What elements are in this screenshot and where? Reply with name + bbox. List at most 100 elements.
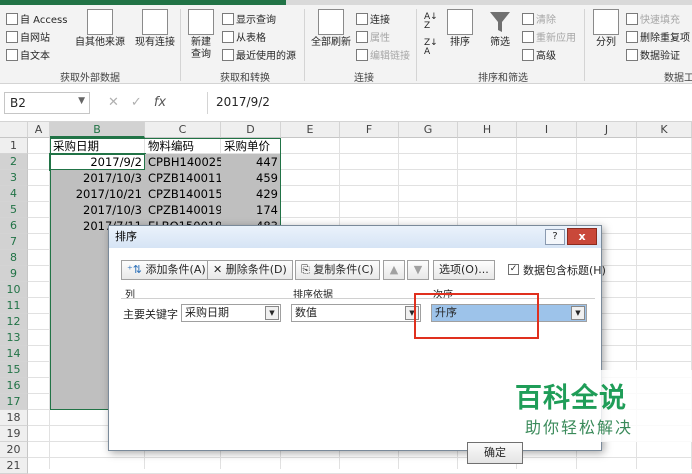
chevron-down-icon[interactable]: ▼ xyxy=(571,306,585,320)
has-headers-checkbox[interactable]: ✓ xyxy=(508,264,519,275)
refresh-icon xyxy=(318,9,344,35)
column-header-a[interactable]: A xyxy=(28,122,50,138)
sort-on-select[interactable]: 数值 ▼ xyxy=(291,304,421,322)
clear-button[interactable]: 清除 xyxy=(522,11,556,26)
column-header-e[interactable]: E xyxy=(281,122,340,138)
queries-icon xyxy=(222,13,234,25)
access-icon xyxy=(6,13,18,25)
sort-button[interactable]: 排序 xyxy=(444,9,476,49)
reapply-button[interactable]: 重新应用 xyxy=(522,29,576,44)
from-web-button[interactable]: 自网站 xyxy=(6,29,50,44)
function-icon[interactable]: fx xyxy=(154,95,166,110)
refresh-all-button[interactable]: 全部刷新 xyxy=(308,9,354,49)
connections-button[interactable]: 连接 xyxy=(356,11,390,26)
delete-level-button[interactable]: ✕ 删除条件(D) xyxy=(207,260,293,280)
row-header-8[interactable]: 8 xyxy=(0,250,28,266)
recent-sources-icon xyxy=(222,49,234,61)
sort-column-select[interactable]: 采购日期 ▼ xyxy=(181,304,281,322)
row-header-19[interactable]: 19 xyxy=(0,426,28,442)
clear-filter-icon xyxy=(522,13,534,25)
highlight-annotation xyxy=(414,293,539,339)
row-header-7[interactable]: 7 xyxy=(0,234,28,250)
properties-icon xyxy=(356,31,368,43)
group-sort-filter: 排序和筛选 xyxy=(478,73,528,84)
row-header-20[interactable]: 20 xyxy=(0,442,28,458)
ribbon: 自 Access 自网站 自文本 自其他来源 现有连接 获取外部数据 新建 查询… xyxy=(0,5,692,84)
from-access-button[interactable]: 自 Access xyxy=(6,11,67,26)
flash-fill-button[interactable]: 快速填充 xyxy=(626,11,680,26)
row-header-21[interactable]: 21 xyxy=(0,458,28,474)
group-connections: 连接 xyxy=(354,73,374,84)
copy-level-button[interactable]: ⎘ 复制条件(C) xyxy=(295,260,380,280)
other-sources-button[interactable]: 自其他来源 xyxy=(72,9,128,49)
row-header-4[interactable]: 4 xyxy=(0,186,28,202)
recent-sources-button[interactable]: 最近使用的源 xyxy=(222,47,296,62)
properties-button[interactable]: 属性 xyxy=(356,29,390,44)
row-header-2[interactable]: 2 xyxy=(0,154,28,170)
from-table-button[interactable]: 从表格 xyxy=(222,29,266,44)
column-header-b[interactable]: B xyxy=(50,122,145,138)
row-header-10[interactable]: 10 xyxy=(0,282,28,298)
chevron-down-icon[interactable]: ▼ xyxy=(265,306,279,320)
name-box[interactable]: B2 ▼ xyxy=(4,92,90,114)
row-header-5[interactable]: 5 xyxy=(0,202,28,218)
move-up-button[interactable]: ▲ xyxy=(383,260,405,280)
row-header-6[interactable]: 6 xyxy=(0,218,28,234)
row-header-18[interactable]: 18 xyxy=(0,410,28,426)
row-header-17[interactable]: 17 xyxy=(0,394,28,410)
reapply-icon xyxy=(522,31,534,43)
existing-connections-button[interactable]: 现有连接 xyxy=(132,9,178,49)
chevron-down-icon[interactable]: ▼ xyxy=(78,96,85,106)
row-header-13[interactable]: 13 xyxy=(0,330,28,346)
formula-input[interactable]: 2017/9/2 xyxy=(207,92,692,114)
web-icon xyxy=(6,31,18,43)
column-header-d[interactable]: D xyxy=(221,122,281,138)
row-header-11[interactable]: 11 xyxy=(0,298,28,314)
options-button[interactable]: 选项(O)... xyxy=(433,260,495,280)
row-header-9[interactable]: 9 xyxy=(0,266,28,282)
table-icon xyxy=(222,31,234,43)
sort-az-icon[interactable]: A↓ Z xyxy=(424,13,438,31)
data-validation-button[interactable]: 数据验证 xyxy=(626,47,680,62)
column-header-g[interactable]: G xyxy=(399,122,458,138)
column-header-k[interactable]: K xyxy=(637,122,692,138)
show-queries-button[interactable]: 显示查询 xyxy=(222,11,276,26)
from-text-button[interactable]: 自文本 xyxy=(6,47,50,62)
dialog-title: 排序 xyxy=(109,226,601,248)
move-down-button[interactable]: ▼ xyxy=(407,260,429,280)
row-header-15[interactable]: 15 xyxy=(0,362,28,378)
sort-za-icon[interactable]: Z↓ A xyxy=(424,39,438,57)
text-file-icon xyxy=(6,49,18,61)
remove-duplicates-icon xyxy=(626,31,638,43)
cancel-icon[interactable]: ✕ xyxy=(108,95,131,110)
filter-button[interactable]: 筛选 xyxy=(484,9,516,49)
formula-bar-icons: ✕✓fx xyxy=(108,95,166,110)
new-query-button[interactable]: 新建 查询 xyxy=(184,9,218,61)
select-all-corner[interactable] xyxy=(0,122,28,138)
row-header-14[interactable]: 14 xyxy=(0,346,28,362)
row-header-12[interactable]: 12 xyxy=(0,314,28,330)
primary-key-label: 主要关键字 xyxy=(123,308,178,321)
close-button[interactable]: x xyxy=(567,228,597,245)
column-header-j[interactable]: J xyxy=(577,122,637,138)
column-header-f[interactable]: F xyxy=(340,122,399,138)
text-to-columns-button[interactable]: 分列 xyxy=(590,9,622,49)
row-header-3[interactable]: 3 xyxy=(0,170,28,186)
text-to-columns-icon xyxy=(593,9,619,35)
add-level-button[interactable]: ⁺⇅ 添加条件(A) xyxy=(121,260,212,280)
watermark: 百科全说 助你轻松解决 xyxy=(493,370,692,442)
delete-icon: ✕ xyxy=(213,263,223,276)
help-button[interactable]: ? xyxy=(545,229,565,245)
connections-icon xyxy=(356,13,368,25)
column-header-h[interactable]: H xyxy=(458,122,517,138)
row-header-16[interactable]: 16 xyxy=(0,378,28,394)
edit-links-button[interactable]: 编辑链接 xyxy=(356,47,410,62)
ok-button[interactable]: 确定 xyxy=(467,442,523,464)
row-header-1[interactable]: 1 xyxy=(0,138,28,154)
column-header-i[interactable]: I xyxy=(517,122,577,138)
group-data-tools: 数据工 xyxy=(664,73,692,84)
remove-duplicates-button[interactable]: 删除重复项 xyxy=(626,29,690,44)
column-header-c[interactable]: C xyxy=(145,122,221,138)
enter-icon[interactable]: ✓ xyxy=(131,95,154,110)
advanced-button[interactable]: 高级 xyxy=(522,47,556,62)
